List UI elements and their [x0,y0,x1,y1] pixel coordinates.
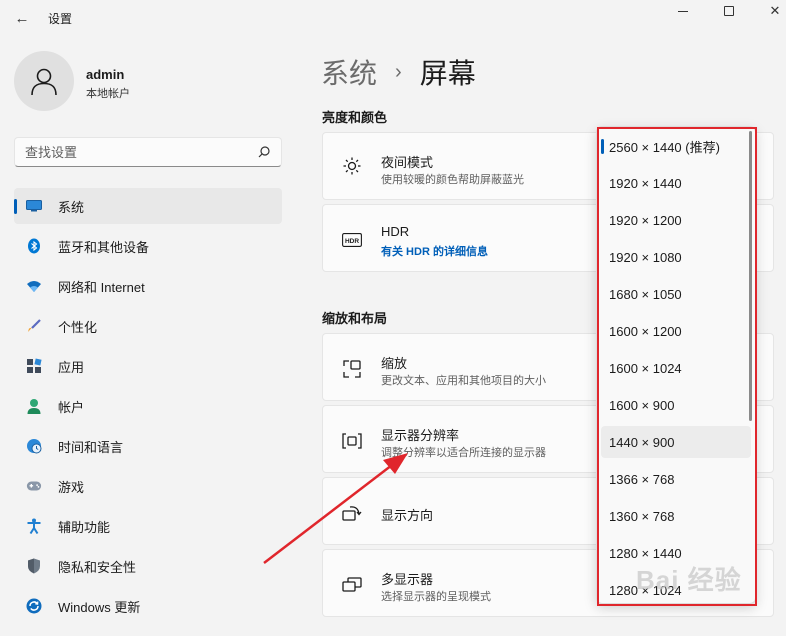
scale-icon [341,358,363,380]
rotate-display-icon [341,502,363,524]
sidebar-item-label: Windows 更新 [58,599,141,615]
person-icon [26,398,42,414]
sidebar-item-accounts[interactable]: 帐户 [14,388,282,424]
sidebar-item-label: 个性化 [58,319,98,335]
accessibility-icon [26,518,42,534]
globe-clock-icon [26,438,42,454]
multiple-displays-subtitle: 选择显示器的呈现模式 [381,591,491,603]
wifi-icon [26,278,42,294]
dropdown-scrollbar[interactable] [749,131,752,421]
orientation-title: 显示方向 [381,508,434,523]
gamepad-icon [26,478,42,494]
scale-subtitle: 更改文本、应用和其他项目的大小 [381,375,546,387]
sidebar-item-label: 蓝牙和其他设备 [58,239,150,255]
resolution-option[interactable]: 1920 × 1200 [601,204,751,236]
resolution-icon [341,430,363,452]
title-bar: ← 设置 ✕ [0,0,786,36]
user-name: admin [86,67,125,82]
sidebar-item-label: 应用 [58,359,85,375]
sidebar-nav: 系统 蓝牙和其他设备 网络和 Internet 个性化 应用 帐户 时间和语言 … [14,188,282,628]
sidebar-item-gaming[interactable]: 游戏 [14,468,282,504]
sidebar-item-windows-update[interactable]: Windows 更新 [14,588,282,624]
resolution-option[interactable]: 1920 × 1080 [601,241,751,273]
resolution-option[interactable]: 2560 × 1440 (推荐) [601,130,751,162]
sidebar-item-personalization[interactable]: 个性化 [14,308,282,344]
breadcrumb-separator: › [395,60,402,83]
search-icon[interactable] [257,145,271,159]
night-light-title: 夜间模式 [381,155,434,170]
account-type: 本地帐户 [86,88,130,100]
sidebar-item-accessibility[interactable]: 辅助功能 [14,508,282,544]
search-box[interactable] [14,137,282,167]
svg-text:HDR: HDR [345,238,359,245]
apps-icon [26,358,42,374]
sun-icon [341,155,363,177]
hdr-learn-more-link[interactable]: 有关 HDR 的详细信息 [381,243,488,259]
breadcrumb: 系统 › 屏幕 [321,52,476,92]
sidebar-item-label: 辅助功能 [58,519,111,535]
resolution-option[interactable]: 1600 × 1024 [601,352,751,384]
breadcrumb-parent[interactable]: 系统 [321,52,377,92]
sidebar-item-system[interactable]: 系统 [14,188,282,224]
brush-icon [26,318,42,334]
shield-icon [26,558,42,574]
minimize-icon [678,10,688,12]
sidebar-item-label: 隐私和安全性 [58,559,137,575]
multiple-displays-icon [341,574,363,596]
page-title: 屏幕 [419,58,476,89]
section-title-brightness-color: 亮度和颜色 [322,110,388,125]
avatar[interactable] [14,51,74,111]
maximize-button[interactable] [706,0,752,22]
back-button[interactable]: ← [8,6,36,30]
close-icon: ✕ [769,3,781,18]
section-title-scale-layout: 缩放和布局 [322,311,388,326]
close-button[interactable]: ✕ [752,0,786,22]
multiple-displays-title: 多显示器 [381,572,434,587]
sidebar-item-bluetooth[interactable]: 蓝牙和其他设备 [14,228,282,264]
resolution-option[interactable]: 1600 × 900 [601,389,751,421]
maximize-icon [724,6,734,16]
resolution-option[interactable]: 1600 × 1200 [601,315,751,347]
sidebar-item-network[interactable]: 网络和 Internet [14,268,282,304]
resolution-option[interactable]: 1360 × 768 [601,500,751,532]
display-icon [26,198,42,214]
resolution-option[interactable]: 1440 × 900 [601,426,751,458]
night-light-subtitle: 使用较暖的颜色帮助屏蔽蓝光 [381,174,524,186]
hdr-title: HDR [381,224,410,239]
user-icon [31,68,57,96]
minimize-button[interactable] [660,0,706,22]
sidebar-item-apps[interactable]: 应用 [14,348,282,384]
bluetooth-icon [26,238,42,254]
sidebar-item-privacy[interactable]: 隐私和安全性 [14,548,282,584]
hdr-icon: HDR [341,229,363,251]
sidebar-item-label: 网络和 Internet [58,279,145,295]
update-icon [26,598,42,614]
sidebar-item-label: 游戏 [58,479,85,495]
resolution-option[interactable]: 1680 × 1050 [601,278,751,310]
back-arrow-icon: ← [14,9,30,27]
resolution-dropdown[interactable]: 2560 × 1440 (推荐) 1920 × 1440 1920 × 1200… [596,126,756,604]
resolution-option[interactable]: 1920 × 1440 [601,167,751,199]
resolution-subtitle: 调整分辨率以适合所连接的显示器 [381,447,546,459]
sidebar-item-label: 系统 [58,199,85,215]
sidebar-item-time-language[interactable]: 时间和语言 [14,428,282,464]
search-input[interactable] [25,143,245,161]
app-title: 设置 [48,12,73,26]
resolution-title: 显示器分辨率 [381,428,460,443]
resolution-option[interactable]: 1366 × 768 [601,463,751,495]
sidebar-item-label: 时间和语言 [58,439,124,455]
scale-title: 缩放 [381,356,408,371]
watermark: Bai 经验 [636,565,742,595]
sidebar-item-label: 帐户 [58,399,85,415]
